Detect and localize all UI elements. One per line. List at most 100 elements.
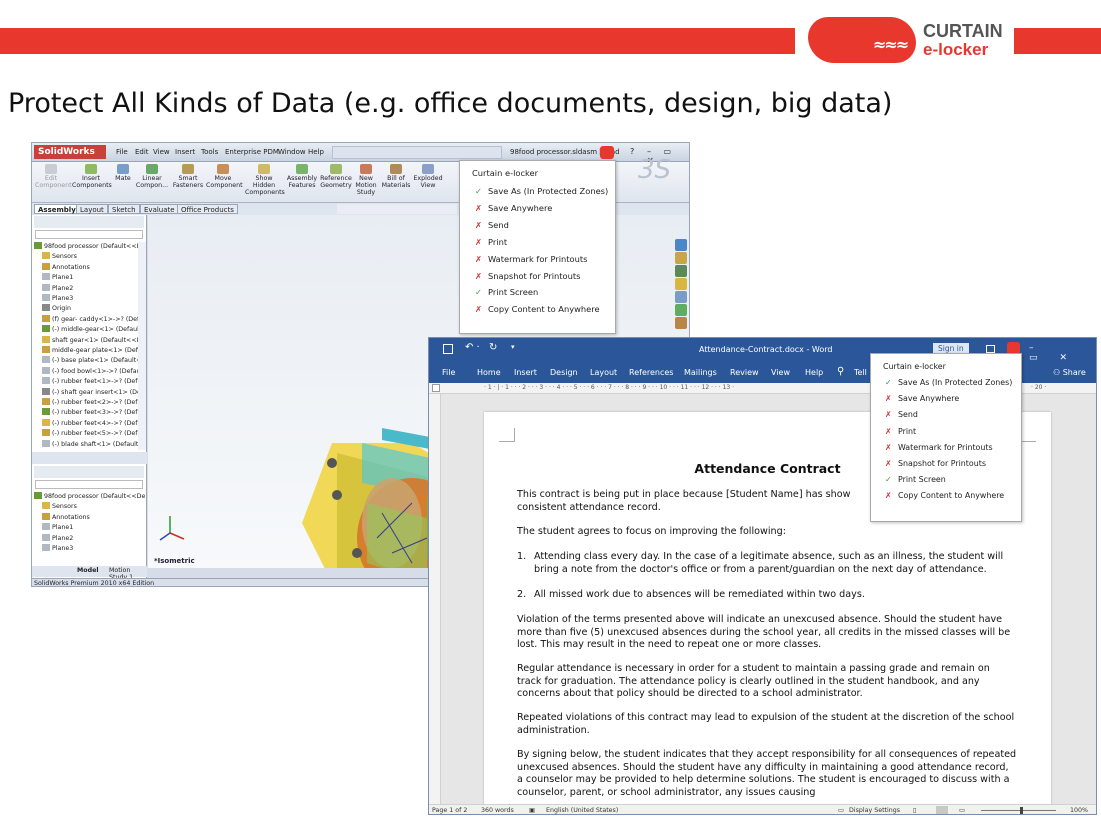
sw-menu-file[interactable]: File <box>116 148 128 156</box>
status-language[interactable]: English (United States) <box>546 805 618 814</box>
tree-filter[interactable] <box>35 230 143 239</box>
tree-item[interactable]: middle-gear plate<1> (Defa <box>32 346 145 356</box>
tree-item[interactable]: (-) rubber feet<5>->? (Defa <box>32 429 145 439</box>
sw-menu-edit[interactable]: Edit <box>135 148 149 156</box>
tree-toolbar[interactable] <box>34 216 144 228</box>
ribbon-display-icon[interactable] <box>986 345 995 353</box>
task-pane-palette-icon[interactable] <box>675 291 687 303</box>
curtain-menu-item[interactable]: ✗ Watermark for Printouts <box>475 254 587 264</box>
web-layout-icon[interactable]: ▭ <box>959 805 965 814</box>
move-component-button[interactable]: Move Component <box>206 164 243 189</box>
tree-item[interactable]: (-) blade shaft<1> (Default <box>32 439 145 450</box>
mate-button[interactable]: Mate <box>112 164 134 182</box>
sw-menu-insert[interactable]: Insert <box>175 148 195 156</box>
curtain-menu-item[interactable]: ✗ Send <box>885 410 918 419</box>
tell-me-box[interactable]: Tell <box>854 368 867 377</box>
show-hidden-components-button[interactable]: Show Hidden Components <box>245 164 285 196</box>
qat-customize-icon[interactable]: ▾ <box>511 343 515 351</box>
tree-item[interactable]: Origin <box>32 304 145 314</box>
tree-item[interactable]: (-) shaft gear insert<1> (De <box>32 387 145 398</box>
tab-file[interactable]: File <box>442 368 455 377</box>
curtain-menu-item[interactable]: ✗ Snapshot for Printouts <box>885 459 986 468</box>
undo-icon[interactable]: ↶ · <box>465 342 480 353</box>
tree-item[interactable]: (-) rubber feet<3>->? (Defa <box>32 408 145 418</box>
tree-item[interactable]: (f) gear- caddy<1>->? (Def- <box>32 314 145 325</box>
curtain-menu-item[interactable]: ✓ Print Screen <box>475 287 538 297</box>
tree-item[interactable]: Annotations <box>32 262 145 273</box>
sw-menu-window[interactable]: Window <box>278 148 306 156</box>
tree-divider[interactable] <box>32 452 147 464</box>
proofing-icon[interactable]: ▣ <box>529 805 535 814</box>
zoom-slider[interactable] <box>981 810 1056 811</box>
tab-view[interactable]: View <box>771 368 790 377</box>
lightbulb-icon[interactable]: ⚲ <box>837 366 844 377</box>
sw-menu-view[interactable]: View <box>153 148 170 156</box>
reference-geometry-button[interactable]: Reference Geometry <box>319 164 353 189</box>
word-window-controls[interactable]: –▭✕ <box>1029 343 1096 363</box>
task-pane-custom-icon[interactable] <box>675 317 687 329</box>
task-pane-library-icon[interactable] <box>675 252 687 264</box>
tab-help[interactable]: Help <box>805 368 823 377</box>
tab-review[interactable]: Review <box>730 368 759 377</box>
tab-office-products[interactable]: Office Products <box>177 204 238 214</box>
exploded-view-button[interactable]: Exploded View <box>413 164 443 189</box>
tree-toolbar-bottom[interactable] <box>34 466 144 478</box>
tree-item[interactable]: (-) rubber feet<4>->? (Defa <box>32 418 145 429</box>
sw-quick-toolbar[interactable] <box>332 146 502 159</box>
assembly-features-button[interactable]: Assembly Features <box>286 164 318 189</box>
tab-layout[interactable]: Layout <box>76 204 108 214</box>
tab-sketch[interactable]: Sketch <box>108 204 140 214</box>
linear-component-pattern-button[interactable]: Linear Compon... <box>135 164 169 189</box>
task-pane-folder-icon[interactable] <box>675 278 687 290</box>
curtain-menu-item[interactable]: ✓ Save As (In Protected Zones) <box>885 378 1012 387</box>
smart-fasteners-button[interactable]: Smart Fasteners <box>172 164 204 189</box>
tree-item[interactable]: 98food processor (Default<<De <box>32 242 145 252</box>
tab-insert[interactable]: Insert <box>514 368 537 377</box>
curtain-menu-item[interactable]: ✓ Save As (In Protected Zones) <box>475 186 608 196</box>
tree-scrollbar[interactable] <box>138 242 146 450</box>
tree-item[interactable]: (-) rubber feet<1>->? (Def <box>32 377 145 387</box>
insert-components-button[interactable]: Insert Components <box>72 164 112 189</box>
share-button[interactable]: ⚇ Share <box>1053 368 1086 377</box>
view-heads-up-toolbar[interactable] <box>337 204 457 214</box>
curtain-menu-item[interactable]: ✗ Send <box>475 220 509 230</box>
tree-item[interactable]: Plane2 <box>32 533 145 544</box>
tree-item[interactable]: Sensors <box>32 502 145 512</box>
edit-component-button[interactable]: Edit Component <box>35 164 72 189</box>
status-page[interactable]: Page 1 of 2 <box>432 805 467 814</box>
bill-of-materials-button[interactable]: Bill of Materials <box>381 164 411 189</box>
tree-item[interactable]: (-) food bowl<1>->? (Defau <box>32 366 145 377</box>
display-settings-icon[interactable]: ▭ <box>838 805 844 814</box>
task-pane-explorer-icon[interactable] <box>675 265 687 277</box>
tree-item[interactable]: Plane1 <box>32 273 145 283</box>
sw-menu-help[interactable]: Help <box>308 148 324 156</box>
tab-model[interactable]: Model <box>77 567 99 574</box>
task-pane-resources-icon[interactable] <box>675 239 687 251</box>
tree-item[interactable]: Plane1 <box>32 523 145 533</box>
zoom-thumb[interactable] <box>1020 807 1023 814</box>
sw-menu-enterprise-pdm[interactable]: Enterprise PDM <box>225 148 279 156</box>
curtain-menu-item[interactable]: ✗ Copy Content to Anywhere <box>475 304 600 314</box>
tree-filter-bottom[interactable] <box>35 480 143 489</box>
curtain-menu-item[interactable]: ✗ Snapshot for Printouts <box>475 271 580 281</box>
tab-references[interactable]: References <box>629 368 673 377</box>
status-zoom[interactable]: 100% <box>1070 805 1088 814</box>
tree-item[interactable]: Annotations <box>32 512 145 523</box>
ruler-corner[interactable] <box>432 384 440 392</box>
tab-home[interactable]: Home <box>477 368 501 377</box>
curtain-menu-item[interactable]: ✗ Print <box>885 427 916 436</box>
help-icon[interactable]: ? <box>630 147 634 156</box>
status-display-settings[interactable]: Display Settings <box>849 805 900 814</box>
vertical-ruler[interactable] <box>429 394 441 804</box>
save-icon[interactable] <box>443 344 453 354</box>
status-word-count[interactable]: 360 words <box>481 805 514 814</box>
tree-item[interactable]: (-) rubber feet<2>->? (Defa <box>32 398 145 408</box>
tab-assembly[interactable]: Assembly <box>34 204 80 214</box>
curtain-menu-item[interactable]: ✗ Copy Content to Anywhere <box>885 491 1004 500</box>
curtain-menu-item[interactable]: ✗ Save Anywhere <box>885 394 959 403</box>
tab-design[interactable]: Design <box>550 368 578 377</box>
read-mode-icon[interactable]: ▯ <box>913 805 916 814</box>
curtain-menu-item[interactable]: ✗ Save Anywhere <box>475 203 552 213</box>
tab-evaluate[interactable]: Evaluate <box>140 204 179 214</box>
curtain-menu-item[interactable]: ✓ Print Screen <box>885 475 946 484</box>
